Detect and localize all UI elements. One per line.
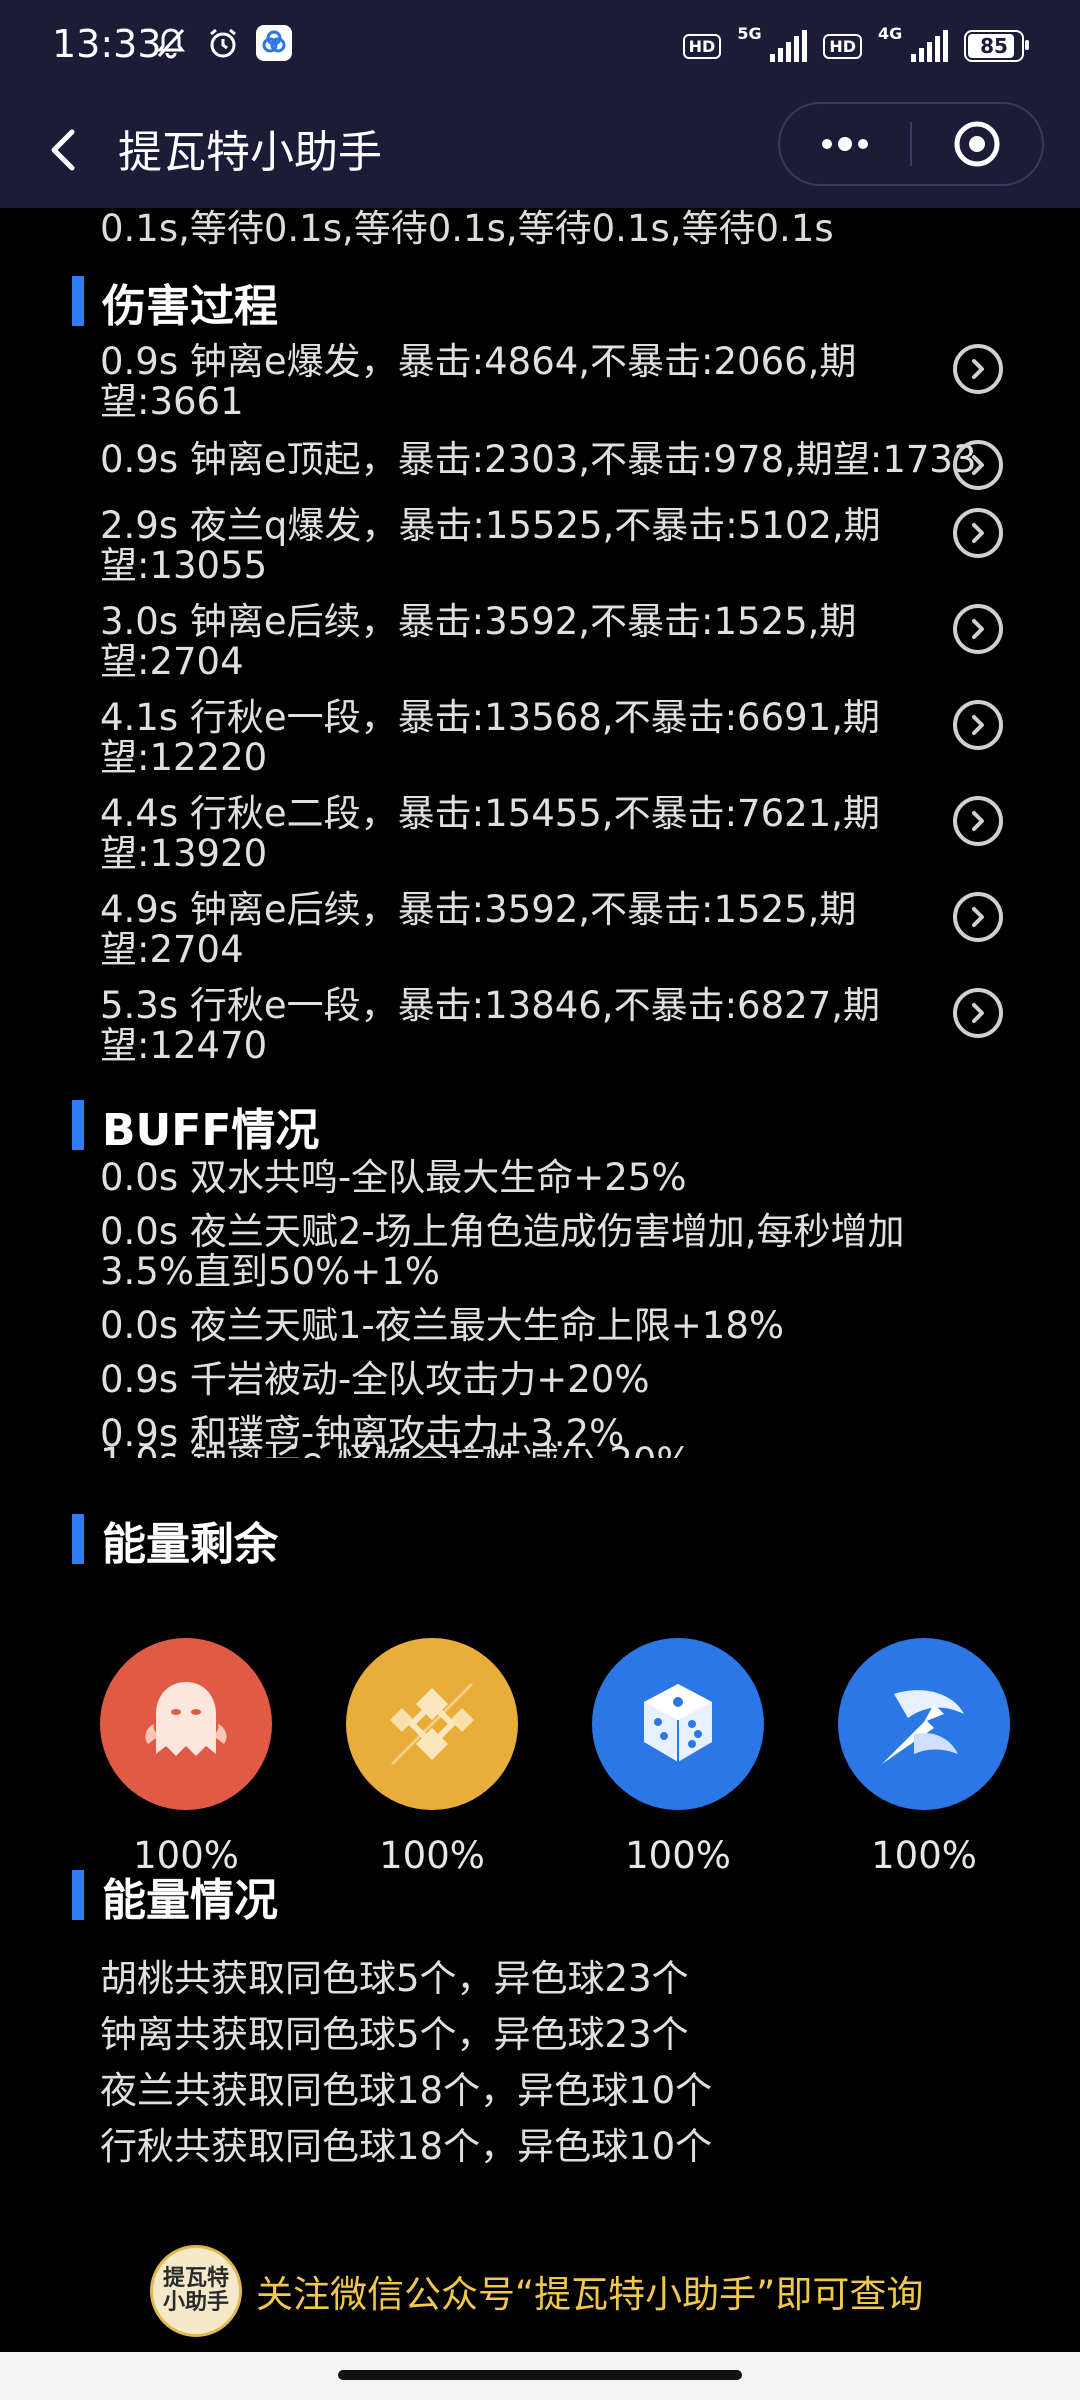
damage-detail-button[interactable] [953,344,1003,394]
more-dots-icon [822,137,868,151]
damage-row: 0.9s 钟离e爆发，暴击:4864,不暴击:2066,期 望:3661 [100,340,857,423]
energy-info-item: 行秋共获取同色球18个，异色球10个 [100,2125,713,2168]
battery-icon: 85 [964,30,1029,62]
buff-item: 1.0s 钟离长e-怪物全抗性减少-20% [100,1442,980,1459]
more-button[interactable] [780,104,910,184]
page-title: 提瓦特小助手 [118,127,382,178]
damage-section-title: 伤害过程 [72,270,278,334]
buff-item-continued: 3.5%直到50%+1% [100,1250,440,1293]
buff-item: 0.0s 夜兰天赋1-夜兰最大生命上限+18% [100,1304,785,1347]
geo-jade-icon [346,1638,518,1810]
damage-detail-button[interactable] [953,604,1003,654]
damage-row: 5.3s 行秋e一段，暴击:13846,不暴击:6827,期 望:12470 [100,984,880,1067]
energy-item: 100% [838,1638,1010,1877]
status-bar: 13:33 HD 5G HD 4G 85 [0,0,1080,96]
chevron-right-icon [972,455,984,475]
chevron-right-icon [972,523,984,543]
energy-value: 100% [379,1834,485,1877]
target-circle-icon [954,121,1000,167]
nav-bar: 提瓦特小助手 [0,96,1080,208]
energy-left-section-title: 能量剩余 [72,1508,278,1572]
energy-info-item: 钟离共获取同色球5个，异色球23个 [100,2013,689,2056]
damage-detail-button[interactable] [953,700,1003,750]
damage-detail-button[interactable] [953,796,1003,846]
buff-item: 0.9s 千岩被动-全队攻击力+20% [100,1358,650,1401]
buff-item: 0.0s 双水共鸣-全队最大生命+25% [100,1158,687,1199]
damage-detail-button[interactable] [953,508,1003,558]
buff-item: 0.0s 夜兰天赋2-场上角色造成伤害增加,每秒增加 [100,1210,905,1253]
energy-item: 100% [346,1638,518,1877]
damage-row: 0.9s 钟离e顶起，暴击:2303,不暴击:978,期望:1733 [100,438,977,481]
chevron-left-icon [51,129,75,171]
back-button[interactable] [36,120,96,180]
alarm-clock-icon [204,24,242,62]
buff-list[interactable]: 0.0s 双水共鸣-全队最大生命+25% 0.0s 夜兰天赋2-场上角色造成伤害… [100,1158,1000,1458]
chevron-right-icon [972,619,984,639]
chevron-right-icon [972,1003,984,1023]
chevron-right-icon [972,811,984,831]
energy-info-item: 夜兰共获取同色球18个，异色球10个 [100,2069,713,2112]
energy-info-item: 胡桃共获取同色球5个，异色球23个 [100,1957,689,2000]
energy-value: 100% [625,1834,731,1877]
damage-detail-button[interactable] [953,892,1003,942]
mini-program-capsule [778,102,1044,186]
status-right-icons: HD 5G HD 4G 85 [682,24,1029,66]
app-notification-icon [256,25,292,61]
home-indicator[interactable] [338,2370,742,2380]
close-mini-program-button[interactable] [912,104,1042,184]
energy-item: 100% [592,1638,764,1877]
damage-detail-button[interactable] [953,988,1003,1038]
damage-row: 4.9s 钟离e后续，暴击:3592,不暴击:1525,期 望:2704 [100,888,857,971]
status-time: 13:33 [52,22,162,66]
chevron-right-icon [972,715,984,735]
ghost-flame-icon [100,1638,272,1810]
damage-row: 4.1s 行秋e一段，暴击:13568,不暴击:6691,期 望:12220 [100,696,880,779]
energy-value: 100% [871,1834,977,1877]
dice-icon [592,1638,764,1810]
signal-5g-icon: 5G [737,24,808,66]
hydro-rain-icon [838,1638,1010,1810]
buff-section-title: BUFF情况 [72,1094,319,1158]
damage-row: 2.9s 夜兰q爆发，暴击:15525,不暴击:5102,期 望:13055 [100,504,881,587]
damage-row: 3.0s 钟离e后续，暴击:3592,不暴击:1525,期 望:2704 [100,600,857,683]
signal-4g-icon: 4G [878,24,948,66]
damage-detail-button[interactable] [953,440,1003,490]
energy-item: 100% [100,1638,272,1877]
hd-badge-2: HD [823,33,862,59]
chevron-right-icon [972,907,984,927]
hd-badge: HD [682,33,722,59]
chevron-right-icon [972,359,984,379]
damage-row: 4.4s 行秋e二段，暴击:15455,不暴击:7621,期 望:13920 [100,792,880,875]
mute-bell-icon [152,24,190,62]
app-logo: 提瓦特 小助手 [150,2245,242,2337]
status-left-icons [152,24,292,62]
energy-info-section-title: 能量情况 [72,1864,278,1928]
clipped-text-line: 0.1s,等待0.1s,等待0.1s,等待0.1s,等待0.1s [100,207,834,250]
footer-text: 关注微信公众号“提瓦特小助手”即可查询 [256,2273,924,2316]
footer-promo[interactable]: 提瓦特 小助手 关注微信公众号“提瓦特小助手”即可查询 [150,2245,923,2337]
